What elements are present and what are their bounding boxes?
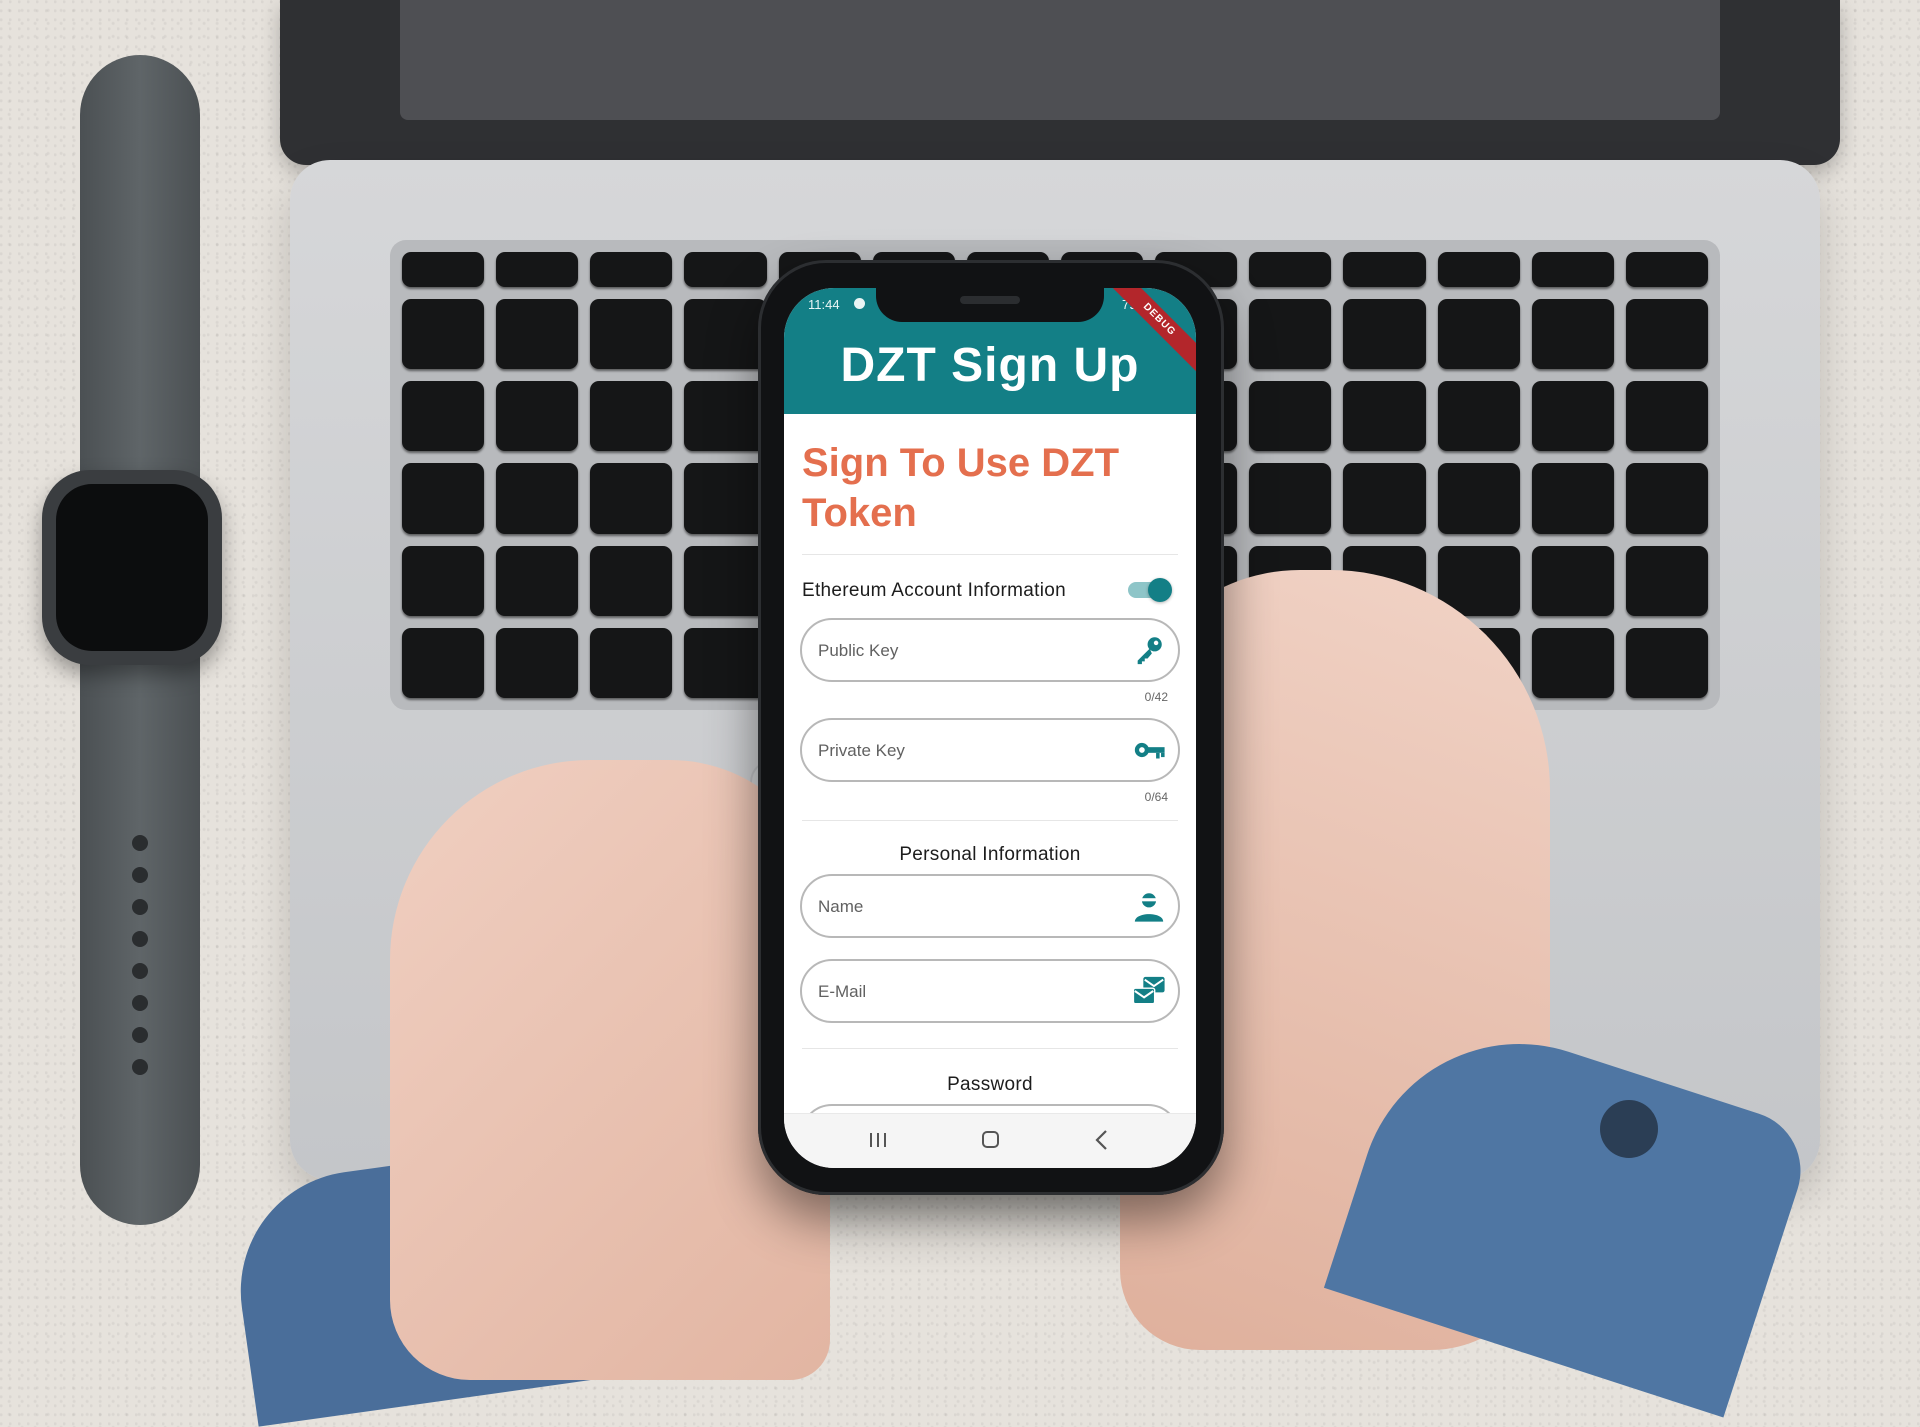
private-key-field[interactable] xyxy=(800,718,1180,782)
android-nav-bar xyxy=(784,1113,1196,1168)
divider xyxy=(802,554,1178,555)
divider xyxy=(802,1048,1178,1049)
mail-icon xyxy=(1132,976,1165,1005)
name-input[interactable] xyxy=(816,876,1120,938)
private-key-counter: 0/64 xyxy=(1144,790,1168,804)
ethereum-section-header: Ethereum Account Information xyxy=(802,574,1178,608)
public-key-field[interactable] xyxy=(800,618,1180,682)
back-icon[interactable] xyxy=(1082,1124,1122,1156)
ethereum-section-label: Ethereum Account Information xyxy=(802,580,1066,601)
person-icon xyxy=(1134,893,1164,922)
cuff-button xyxy=(1600,1100,1658,1158)
phone-notch xyxy=(876,288,1104,322)
page-heading: Sign To Use DZT Token xyxy=(802,441,1120,535)
signup-form[interactable]: Sign To Use DZT Token Ethereum Account I… xyxy=(784,414,1196,1114)
public-key-counter: 0/42 xyxy=(1144,690,1168,704)
phone-screen: DEBUG 11:44 79% DZT Sign Up Sign To Use … xyxy=(784,288,1196,1168)
vpn-key-icon xyxy=(1134,742,1165,759)
ethereum-toggle[interactable] xyxy=(1128,578,1172,602)
email-input[interactable] xyxy=(816,961,1120,1023)
divider xyxy=(802,820,1178,821)
public-key-input[interactable] xyxy=(816,620,1120,682)
laptop-screen xyxy=(280,0,1840,165)
personal-section-label: Personal Information xyxy=(899,844,1081,865)
home-icon[interactable] xyxy=(970,1124,1010,1156)
phone: DEBUG 11:44 79% DZT Sign Up Sign To Use … xyxy=(758,260,1224,1195)
key-icon xyxy=(1137,637,1162,665)
password-section-label: Password xyxy=(947,1074,1033,1095)
email-field[interactable] xyxy=(800,959,1180,1023)
notification-dot-icon xyxy=(854,298,865,309)
name-field[interactable] xyxy=(800,874,1180,938)
toggle-thumb xyxy=(1148,578,1172,602)
app-title: DZT Sign Up xyxy=(840,339,1140,392)
status-time: 11:44 xyxy=(808,297,840,312)
private-key-input[interactable] xyxy=(816,720,1120,782)
smartwatch-face xyxy=(42,470,222,665)
recent-apps-icon[interactable] xyxy=(858,1124,898,1156)
